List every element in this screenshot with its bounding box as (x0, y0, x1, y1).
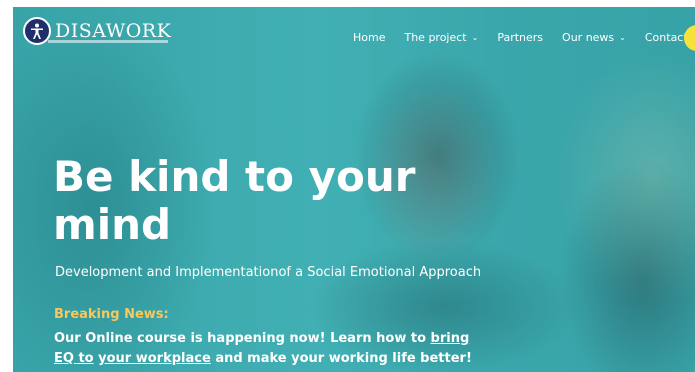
brand-tagline-bar (48, 40, 168, 43)
news-text: Our Online course is happening now! Lear… (54, 331, 431, 346)
nav-item-label: Contact (644, 31, 688, 44)
chevron-down-icon: ⌄ (471, 33, 479, 42)
breaking-news-label: Breaking News: (54, 307, 169, 322)
hero-title-line2: mind (53, 200, 172, 249)
nav-item-our-news[interactable]: Our news ⌄ (562, 31, 626, 44)
hero-subtitle: Development and Implementationof a Socia… (55, 265, 482, 280)
chevron-down-icon: ⌄ (619, 33, 626, 42)
nav-item-label: Home (353, 31, 386, 44)
accessibility-person-icon (23, 17, 51, 45)
nav-item-label: Partners (497, 31, 544, 44)
nav-item-home[interactable]: Home (353, 31, 385, 44)
nav-item-contact[interactable]: Contact (645, 31, 688, 44)
nav-item-label: Our news (562, 31, 615, 44)
nav-item-label: The project (404, 31, 467, 44)
nav-item-the-project[interactable]: The project ⌄ (404, 31, 478, 44)
nav-item-partners[interactable]: Partners (497, 31, 543, 44)
main-navigation: Home The project ⌄ Partners Our news ⌄ C… (353, 31, 695, 44)
hero-title-line1: Be kind to your (53, 152, 416, 201)
hero-title: Be kind to your mind (53, 153, 473, 249)
news-text: and make your working life better! (210, 351, 472, 366)
hero-section: DISAWORK Home The project ⌄ Partners Our… (13, 7, 695, 372)
your-workplace-link[interactable]: your workplace (98, 351, 211, 366)
brand-name: DISAWORK (55, 20, 172, 42)
breaking-news-text: Our Online course is happening now! Lear… (54, 329, 484, 369)
